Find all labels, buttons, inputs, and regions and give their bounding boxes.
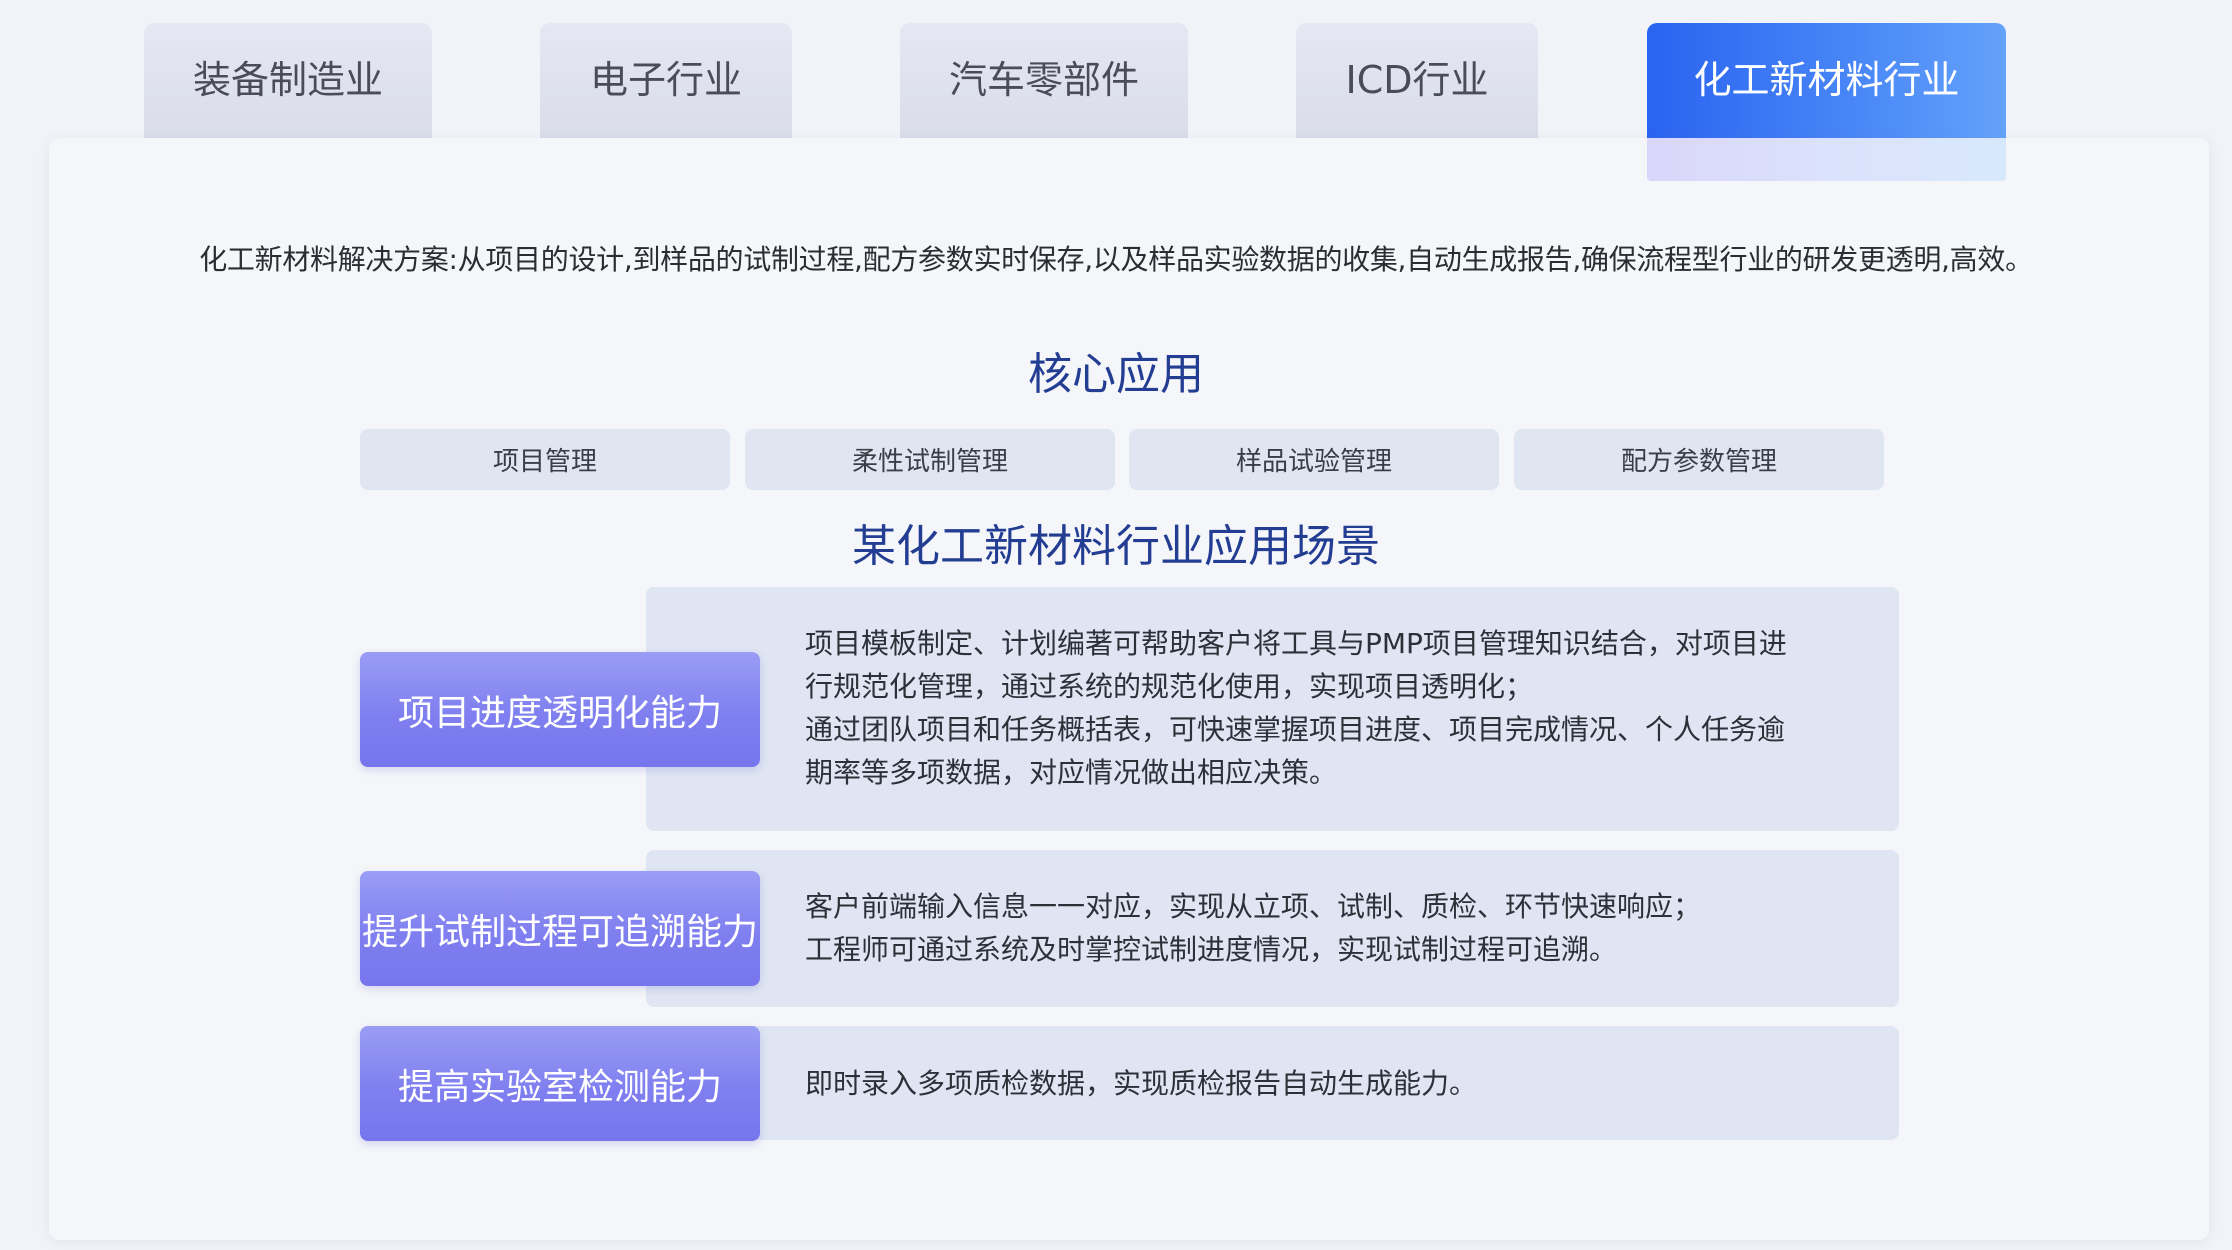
tab-icd[interactable]: ICD行业 — [1296, 23, 1538, 138]
solution-intro: 化工新材料解决方案:从项目的设计,到样品的试制过程,配方参数实时保存,以及样品实… — [199, 243, 2033, 276]
scenario-title: 某化工新材料行业应用场景 — [852, 521, 1380, 572]
description-line: 工程师可通过系统及时掌控试制进度情况，实现试制过程可追溯。 — [805, 933, 1618, 966]
core-app-formula-parameter-management[interactable]: 配方参数管理 — [1514, 429, 1884, 490]
scenario-row-1-description: 项目模板制定、计划编著可帮助客户将工具与PMP项目管理知识结合，对项目进 行规范… — [805, 622, 1835, 794]
scenario-row-2-description: 客户前端输入信息一一对应，实现从立项、试制、质检、环节快速响应； 工程师可通过系… — [805, 885, 1835, 971]
description-line: 通过团队项目和任务概括表，可快速掌握项目进度、项目完成情况、个人任务逾 — [805, 713, 1786, 746]
capability-trial-traceability: 提升试制过程可追溯能力 — [360, 871, 760, 986]
capability-project-transparency: 项目进度透明化能力 — [360, 652, 760, 767]
core-app-project-management[interactable]: 项目管理 — [360, 429, 730, 490]
description-line: 项目模板制定、计划编著可帮助客户将工具与PMP项目管理知识结合，对项目进 — [805, 627, 1787, 660]
tab-electronics[interactable]: 电子行业 — [540, 23, 792, 138]
tab-chemical-new-materials[interactable]: 化工新材料行业 — [1647, 23, 2006, 138]
description-line: 即时录入多项质检数据，实现质检报告自动生成能力。 — [805, 1067, 1478, 1100]
scenario-row-3-description: 即时录入多项质检数据，实现质检报告自动生成能力。 — [805, 1062, 1835, 1105]
tab-equipment-manufacturing[interactable]: 装备制造业 — [144, 23, 432, 138]
capability-lab-testing: 提高实验室检测能力 — [360, 1026, 760, 1141]
description-line: 期率等多项数据，对应情况做出相应决策。 — [805, 756, 1338, 789]
core-app-flexible-trial-production[interactable]: 柔性试制管理 — [745, 429, 1115, 490]
core-apps-title: 核心应用 — [1028, 349, 1204, 400]
description-line: 客户前端输入信息一一对应，实现从立项、试制、质检、环节快速响应； — [805, 890, 1702, 923]
tab-auto-parts[interactable]: 汽车零部件 — [900, 23, 1188, 138]
description-line: 行规范化管理，通过系统的规范化使用，实现项目透明化； — [805, 670, 1534, 703]
active-tab-indicator — [1647, 138, 2006, 181]
core-app-sample-test-management[interactable]: 样品试验管理 — [1129, 429, 1499, 490]
